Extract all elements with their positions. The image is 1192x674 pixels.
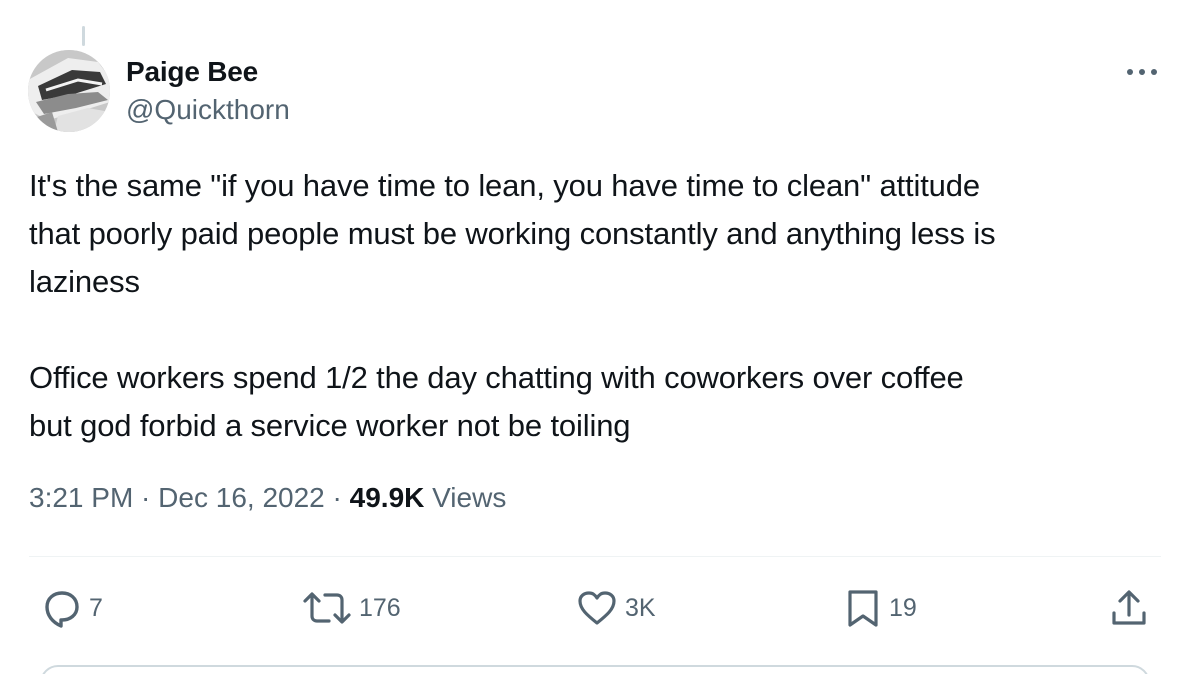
repost-icon bbox=[303, 592, 351, 624]
repost-button[interactable]: 176 bbox=[301, 584, 401, 632]
author-handle[interactable]: @Quickthorn bbox=[126, 94, 290, 126]
divider bbox=[29, 556, 1161, 557]
tweet-text: It's the same "if you have time to lean,… bbox=[29, 162, 1169, 450]
tweet-card: Paige Bee @Quickthorn It's the same "if … bbox=[0, 0, 1192, 674]
reply-composer-box[interactable] bbox=[40, 665, 1150, 674]
views-label: Views bbox=[432, 482, 507, 513]
bookmark-count: 19 bbox=[889, 593, 917, 622]
avatar-image bbox=[28, 50, 110, 132]
more-horizontal-icon bbox=[1127, 69, 1157, 75]
author-avatar[interactable] bbox=[28, 50, 110, 132]
tweet-time[interactable]: 3:21 PM bbox=[29, 482, 133, 513]
share-button[interactable] bbox=[1109, 584, 1149, 632]
heart-icon bbox=[578, 591, 616, 625]
separator-dot: · bbox=[324, 482, 350, 513]
bookmark-icon bbox=[848, 590, 878, 627]
action-bar: 7 176 3K 19 bbox=[29, 584, 1161, 632]
thread-connector-line bbox=[82, 26, 85, 46]
like-count: 3K bbox=[625, 593, 656, 622]
reply-count: 7 bbox=[89, 593, 103, 622]
repost-count: 176 bbox=[359, 593, 401, 622]
tweet-date[interactable]: Dec 16, 2022 bbox=[158, 482, 325, 513]
reply-icon bbox=[45, 591, 79, 628]
tweet-paragraph: It's the same "if you have time to lean,… bbox=[29, 168, 996, 299]
author-name[interactable]: Paige Bee bbox=[126, 56, 258, 88]
share-icon bbox=[1112, 590, 1146, 625]
separator-dot: · bbox=[133, 482, 159, 513]
like-button[interactable]: 3K bbox=[575, 584, 656, 632]
more-options-button[interactable] bbox=[1120, 56, 1164, 88]
bookmark-button[interactable]: 19 bbox=[843, 584, 917, 632]
tweet-metadata: 3:21 PM · Dec 16, 2022 · 49.9K Views bbox=[29, 482, 506, 514]
views-count: 49.9K bbox=[349, 482, 425, 513]
tweet-paragraph: Office workers spend 1/2 the day chattin… bbox=[29, 360, 964, 443]
reply-button[interactable]: 7 bbox=[39, 584, 103, 632]
